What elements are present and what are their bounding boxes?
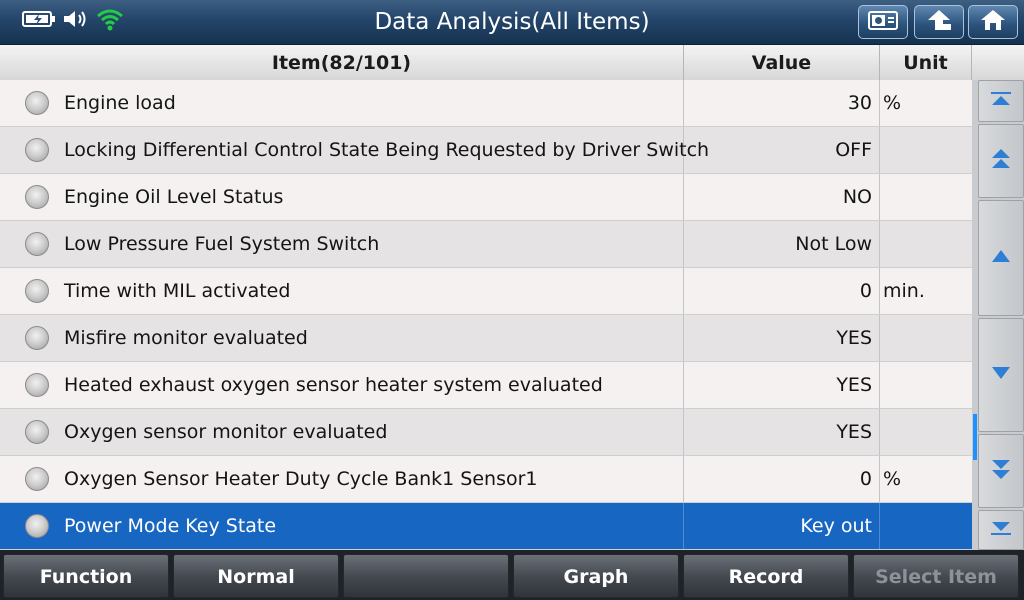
record-button[interactable]: Record — [683, 554, 849, 598]
screenshot-button[interactable] — [858, 5, 908, 39]
item-label: Misfire monitor evaluated — [64, 327, 308, 349]
value-cell: 0 — [684, 456, 880, 502]
radio-icon[interactable] — [25, 91, 49, 115]
unit-cell: % — [883, 468, 902, 490]
table-row[interactable]: Heated exhaust oxygen sensor heater syst… — [0, 362, 972, 409]
line-up-button[interactable] — [978, 200, 1024, 316]
unit-cell: % — [883, 92, 902, 114]
item-cell: Time with MIL activated — [0, 268, 684, 314]
value-cell: 30 — [684, 80, 880, 126]
page-up-button[interactable] — [978, 124, 1024, 198]
camera-icon — [867, 9, 899, 35]
radio-icon[interactable] — [25, 467, 49, 491]
value-cell: 0 — [684, 268, 880, 314]
data-table: Item(82/101) Value Unit Engine load 30 %… — [0, 45, 1024, 550]
unit-cell — [880, 409, 972, 455]
radio-icon[interactable] — [25, 185, 49, 209]
scroll-top-button[interactable] — [978, 80, 1024, 122]
item-cell: Locking Differential Control State Being… — [0, 127, 709, 173]
table-row[interactable]: Oxygen sensor monitor evaluated YES — [0, 409, 972, 456]
scroll-bottom-button[interactable] — [978, 510, 1024, 550]
table-row[interactable]: Time with MIL activated 0 min. — [0, 268, 972, 315]
radio-icon[interactable] — [25, 373, 49, 397]
unit-cell — [880, 362, 972, 408]
item-cell: Power Mode Key State — [0, 503, 684, 549]
bottom-toolbar: Function Normal Graph Record Select Item — [0, 550, 1024, 600]
value-cell: NO — [684, 174, 880, 220]
value-cell: YES — [684, 315, 880, 361]
radio-icon[interactable] — [25, 232, 49, 256]
unit-cell — [880, 127, 972, 173]
double-chevron-up-icon — [989, 147, 1013, 175]
home-button[interactable] — [968, 5, 1018, 39]
item-label: Oxygen sensor monitor evaluated — [64, 421, 388, 443]
page-down-button[interactable] — [978, 434, 1024, 508]
table-row[interactable]: Locking Differential Control State Being… — [0, 127, 972, 174]
unit-column-header: Unit — [880, 45, 972, 80]
item-cell: Engine Oil Level Status — [0, 174, 684, 220]
radio-icon[interactable] — [25, 326, 49, 350]
table-row[interactable]: Engine Oil Level Status NO — [0, 174, 972, 221]
scrollbar — [972, 80, 1024, 550]
home-icon — [979, 8, 1007, 36]
unit-cell — [880, 174, 972, 220]
item-label: Engine Oil Level Status — [64, 186, 284, 208]
item-column-header: Item(82/101) — [0, 45, 684, 80]
radio-icon[interactable] — [25, 279, 49, 303]
value-cell: OFF — [684, 127, 880, 173]
scroll-top-icon — [989, 90, 1013, 112]
unit-cell — [880, 315, 972, 361]
chevron-down-icon — [990, 365, 1012, 385]
item-label: Engine load — [64, 92, 176, 114]
arrow-up-icon — [925, 8, 953, 36]
value-cell: YES — [684, 362, 880, 408]
scroll-thumb[interactable] — [973, 414, 977, 460]
value-cell: Key out — [684, 503, 880, 549]
empty-button[interactable] — [343, 554, 509, 598]
radio-icon[interactable] — [25, 420, 49, 444]
line-down-button[interactable] — [978, 318, 1024, 432]
unit-cell: min. — [883, 280, 925, 302]
item-label: Oxygen Sensor Heater Duty Cycle Bank1 Se… — [64, 468, 538, 490]
select-item-button[interactable]: Select Item — [853, 554, 1019, 598]
item-cell: Heated exhaust oxygen sensor heater syst… — [0, 362, 684, 408]
item-label: Power Mode Key State — [64, 515, 277, 537]
graph-button[interactable]: Graph — [513, 554, 679, 598]
item-cell: Oxygen sensor monitor evaluated — [0, 409, 684, 455]
function-button[interactable]: Function — [3, 554, 169, 598]
table-body: Engine load 30 % Locking Differential Co… — [0, 80, 972, 550]
value-cell: Not Low — [684, 221, 880, 267]
item-label: Locking Differential Control State Being… — [64, 139, 710, 161]
unit-cell — [880, 221, 972, 267]
item-label: Heated exhaust oxygen sensor heater syst… — [64, 374, 603, 396]
item-cell: Oxygen Sensor Heater Duty Cycle Bank1 Se… — [0, 456, 684, 502]
item-cell: Engine load — [0, 80, 684, 126]
radio-icon[interactable] — [25, 138, 49, 162]
table-row[interactable]: Engine load 30 % — [0, 80, 972, 127]
normal-button[interactable]: Normal — [173, 554, 339, 598]
table-header: Item(82/101) Value Unit — [0, 45, 1024, 81]
scroll-column-header — [972, 45, 1024, 80]
table-row[interactable]: Oxygen Sensor Heater Duty Cycle Bank1 Se… — [0, 456, 972, 503]
radio-icon[interactable] — [25, 514, 49, 538]
table-row[interactable]: Misfire monitor evaluated YES — [0, 315, 972, 362]
double-chevron-down-icon — [989, 457, 1013, 485]
table-row[interactable]: Low Pressure Fuel System Switch Not Low — [0, 221, 972, 268]
back-button[interactable] — [914, 5, 964, 39]
item-cell: Misfire monitor evaluated — [0, 315, 684, 361]
chevron-up-icon — [990, 248, 1012, 268]
value-cell: YES — [684, 409, 880, 455]
table-row-selected[interactable]: Power Mode Key State Key out — [0, 503, 972, 550]
item-label: Low Pressure Fuel System Switch — [64, 233, 380, 255]
title-bar: Data Analysis(All Items) — [0, 0, 1024, 45]
scroll-bottom-icon — [989, 519, 1013, 541]
item-cell: Low Pressure Fuel System Switch — [0, 221, 684, 267]
value-column-header: Value — [684, 45, 880, 80]
item-label: Time with MIL activated — [64, 280, 291, 302]
unit-cell — [880, 503, 972, 549]
